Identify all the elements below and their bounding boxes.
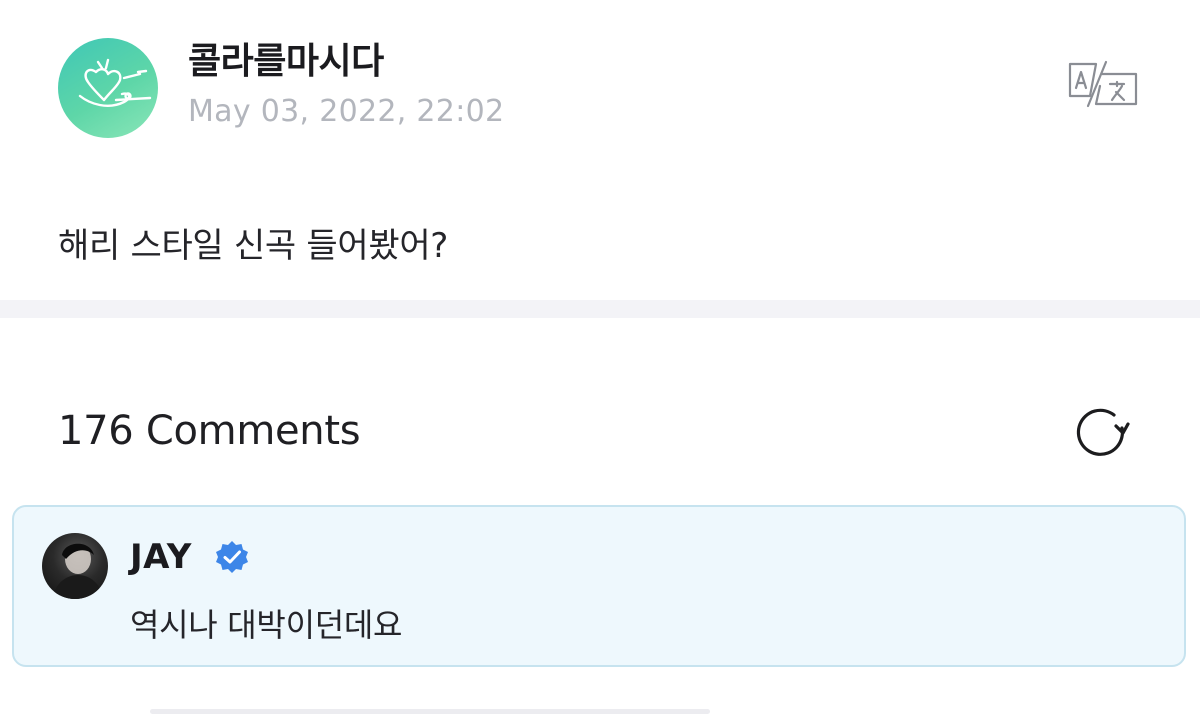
- section-divider: [0, 300, 1200, 318]
- translate-button[interactable]: [1066, 60, 1138, 108]
- comment-author-name[interactable]: JAY: [130, 535, 192, 579]
- comment-text: 역시나 대박이던데요: [130, 606, 403, 644]
- post-content: 해리 스타일 신곡 들어봤어?: [58, 226, 449, 266]
- heart-doodle-icon: [78, 58, 152, 107]
- comments-count: 176 Comments: [58, 408, 361, 454]
- post-detail-screen: 콜라를마시다 May 03, 2022, 22:02 해리 스타일 신곡 들어봤…: [0, 0, 1200, 714]
- refresh-icon: [1076, 408, 1130, 456]
- comment-author-avatar[interactable]: [42, 533, 108, 599]
- next-item-edge: [150, 709, 710, 714]
- post-timestamp: May 03, 2022, 22:02: [188, 94, 505, 129]
- post-author-avatar[interactable]: [58, 38, 158, 138]
- translate-icon: [1068, 60, 1138, 108]
- refresh-button[interactable]: [1072, 404, 1130, 462]
- post-author-name[interactable]: 콜라를마시다: [188, 38, 384, 86]
- comment-item[interactable]: JAY 역시나 대박이던데요: [12, 505, 1186, 667]
- verified-badge-icon: [214, 539, 250, 575]
- profile-photo-icon: [52, 543, 104, 599]
